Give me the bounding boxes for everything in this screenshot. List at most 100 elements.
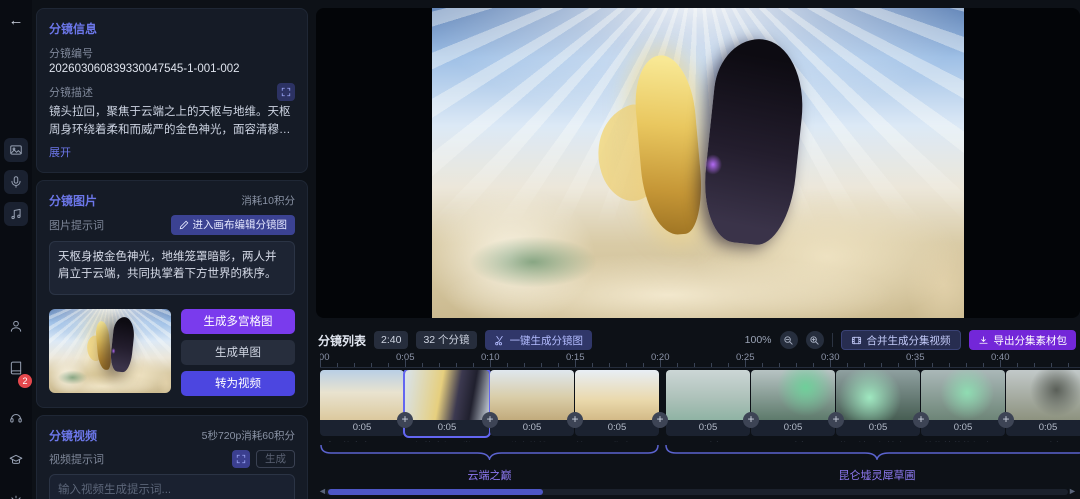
clip-thumbnail[interactable]: [405, 370, 489, 420]
library-icon[interactable]: 2: [4, 356, 32, 388]
clip-thumbnail[interactable]: [666, 370, 750, 420]
clip-duration: 0:05: [522, 422, 542, 433]
add-clip-icon[interactable]: +: [397, 412, 413, 428]
ruler-tick: [1034, 363, 1035, 367]
scene-group-1[interactable]: 云端之巅: [320, 444, 659, 482]
icon-rail: ← 2: [0, 0, 32, 499]
add-clip-icon[interactable]: +: [652, 412, 668, 428]
ruler-tick: [1051, 363, 1052, 367]
add-clip-icon[interactable]: +: [482, 412, 498, 428]
ruler-tick: [745, 360, 746, 367]
shot-description: 镜头拉回，聚焦于云端之上的天枢与地维。天枢周身环绕着柔和而威严的金色神光，面容清…: [49, 106, 291, 136]
clip-3[interactable]: 0:05 三界秩序井然，人间烟... +: [490, 370, 583, 442]
shot-artwork-mini: [49, 308, 171, 393]
ruler-tick: [456, 363, 457, 367]
ruler-tick: [779, 363, 780, 367]
batch-generate-button[interactable]: 一键生成分镜图: [484, 330, 593, 350]
image-icon[interactable]: [4, 138, 28, 162]
scrollbar-thumb[interactable]: [328, 488, 543, 495]
batch-generate-button-label: 一键生成分镜图: [509, 334, 584, 347]
edit-canvas-button[interactable]: 进入画布编辑分镜图: [170, 214, 295, 235]
clip-2[interactable]: 0:05 天枢执光枢，掌生发；... +: [405, 370, 498, 442]
clip-7[interactable]: 0:05 (能量被强行抽离的尖... +: [836, 370, 929, 442]
zoom-out-icon[interactable]: [779, 331, 798, 349]
generate-single-button[interactable]: 生成单图: [181, 339, 295, 365]
shot-info-card: 分镜信息 分镜编号 202603060839330047545-1-001-00…: [36, 8, 308, 173]
clip-6[interactable]: 0:05 (无对白) +: [751, 370, 844, 442]
ruler-tick: [626, 363, 627, 367]
headset-icon[interactable]: [4, 406, 28, 430]
clip-thumbnail[interactable]: [490, 370, 574, 420]
scene-group-2[interactable]: 昆仑墟灵犀草圃: [665, 444, 1080, 482]
add-clip-icon[interactable]: +: [567, 412, 583, 428]
music-icon[interactable]: [4, 202, 28, 226]
clip-4[interactable]: 0:05 然而，平衡之下，暗流... +: [575, 370, 668, 442]
add-clip-icon[interactable]: +: [828, 412, 844, 428]
video-prompt-input[interactable]: [49, 473, 295, 499]
ruler-tick: [490, 360, 491, 367]
scroll-left-icon[interactable]: ◄: [318, 487, 327, 496]
ruler-tick: [388, 363, 389, 367]
video-expand-icon[interactable]: [232, 449, 250, 468]
shot-image-thumbnail[interactable]: [49, 308, 171, 393]
generate-grid-button[interactable]: 生成多宫格图: [181, 308, 295, 334]
expand-link[interactable]: 展开: [49, 144, 71, 160]
shot-detail-panel: 分镜信息 分镜编号 202603060839330047545-1-001-00…: [36, 0, 308, 499]
add-clip-icon[interactable]: +: [998, 412, 1014, 428]
tool-icon-group: [0, 138, 32, 226]
ruler-tick: [439, 363, 440, 367]
clip-card[interactable]: 0:05: [921, 370, 1005, 436]
scroll-right-icon[interactable]: ►: [1068, 487, 1077, 496]
clip-card[interactable]: 0:05: [490, 370, 574, 436]
shot-number-value: 202603060839330047545-1-001-002: [49, 63, 240, 75]
expand-fullscreen-icon[interactable]: [277, 83, 295, 101]
clip-card[interactable]: 0:05: [405, 370, 489, 436]
image-cost-label: 消耗10积分: [241, 194, 295, 207]
image-prompt-label: 图片提示词: [49, 219, 104, 232]
ruler-tick: [915, 360, 916, 367]
zoom-in-icon[interactable]: [805, 331, 824, 349]
clip-caption: (无对白): [666, 439, 750, 442]
clip-5[interactable]: 0:05 (无对白) +: [666, 370, 759, 442]
add-clip-icon[interactable]: +: [743, 412, 759, 428]
clip-caption: (植物枯萎的细碎开裂...: [921, 439, 1005, 442]
clip-9[interactable]: 0:05(无对白)+: [1006, 370, 1080, 442]
clip-thumbnail[interactable]: [751, 370, 835, 420]
settings-icon[interactable]: [4, 490, 28, 499]
divider: [831, 333, 833, 347]
clip-card[interactable]: 0:05: [836, 370, 920, 436]
shot-image-preview[interactable]: [432, 8, 964, 318]
scrollbar-track[interactable]: [326, 488, 1068, 495]
export-assets-button[interactable]: 导出分集素材包: [968, 330, 1076, 350]
video-generate-button[interactable]: 生成: [256, 449, 295, 468]
add-clip-icon[interactable]: +: [913, 412, 929, 428]
back-arrow-icon[interactable]: ←: [7, 12, 25, 30]
ruler-tick: [932, 363, 933, 367]
clip-thumbnail[interactable]: [1006, 370, 1080, 420]
scene-group-label: 昆仑墟灵犀草圃: [838, 470, 916, 482]
clip-card[interactable]: 0:05: [575, 370, 659, 436]
clip-thumbnail[interactable]: [575, 370, 659, 420]
timeline-header: 分镜列表 2:40 32 个分镜 一键生成分镜图 100% 合并生成分集视频 导…: [318, 329, 1076, 351]
clip-card[interactable]: 0:05: [320, 370, 404, 436]
merge-episode-button[interactable]: 合并生成分集视频: [840, 330, 961, 350]
clip-thumbnail[interactable]: [921, 370, 1005, 420]
clip-card[interactable]: 0:05: [1006, 370, 1080, 436]
timeline-ruler[interactable]: 0:000:050:100:150:200:250:300:350:40: [320, 352, 1080, 368]
purple-orb: [700, 150, 725, 179]
ruler-tick: [898, 363, 899, 367]
clip-card[interactable]: 0:05: [666, 370, 750, 436]
clip-thumbnail[interactable]: [320, 370, 404, 420]
clip-card[interactable]: 0:05: [751, 370, 835, 436]
user-icon[interactable]: [4, 314, 28, 338]
clip-thumbnail[interactable]: [836, 370, 920, 420]
shot-image-title: 分镜图片: [49, 193, 98, 208]
image-prompt-input[interactable]: 天枢身披金色神光，地维笼罩暗影，两人并肩立于云端，共同执掌着下方世界的秩序。: [49, 240, 295, 295]
ruler-tick: [337, 363, 338, 367]
mic-icon[interactable]: [4, 170, 28, 194]
to-video-button[interactable]: 转为视频: [181, 370, 295, 396]
clip-8[interactable]: 0:05 (植物枯萎的细碎开裂... +: [921, 370, 1014, 442]
graduation-icon[interactable]: [4, 448, 28, 472]
clip-1[interactable]: 0:05 (威严的旁白) 天地初... +: [320, 370, 413, 442]
clips-row: 0:05 (威严的旁白) 天地初... +0:05 天枢执光枢，掌生发；... +0:0…: [320, 370, 1080, 442]
